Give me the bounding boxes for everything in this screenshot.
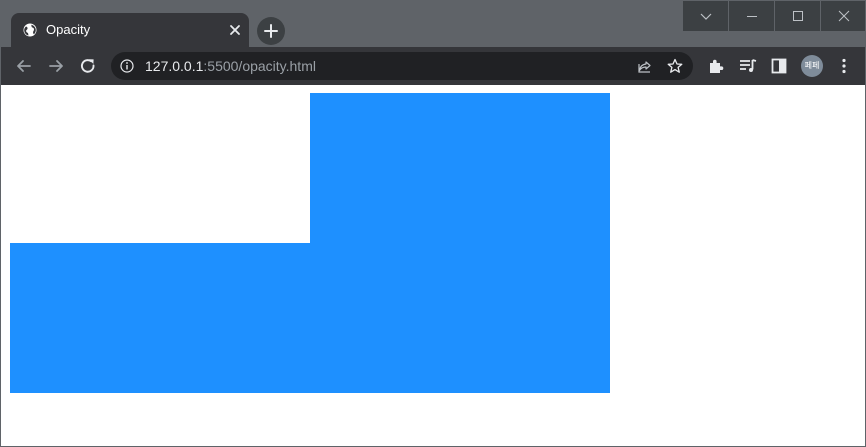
tab-strip: Opacity [1,1,865,47]
maximize-button[interactable] [774,1,820,31]
page-viewport [1,85,865,446]
share-icon[interactable] [637,58,653,74]
tab-opacity[interactable]: Opacity [11,13,249,47]
maximize-icon [793,11,803,21]
side-panel-icon[interactable] [769,56,789,76]
close-icon[interactable] [229,24,241,36]
reload-icon[interactable] [78,56,98,76]
browser-window: Opacity 127.0.0.1:5500/opacity.html 페페 [0,0,866,447]
kebab-menu-icon[interactable] [834,56,854,76]
plus-icon [264,24,278,38]
address-bar[interactable]: 127.0.0.1:5500/opacity.html [111,52,693,80]
url-host: 127.0.0.1 [145,58,204,74]
close-window-button[interactable] [820,1,865,31]
puzzle-icon[interactable] [706,56,726,76]
tab-title: Opacity [46,22,91,37]
window-controls [682,1,865,31]
browser-toolbar: 127.0.0.1:5500/opacity.html 페페 [1,47,865,85]
blue-box-2 [310,93,610,393]
profile-avatar[interactable]: 페페 [801,55,823,77]
media-queue-icon[interactable] [738,56,758,76]
chevron-down-icon [700,13,712,20]
info-icon[interactable] [120,59,134,73]
tab-search-button[interactable] [682,1,728,31]
arrow-right-icon[interactable] [46,56,66,76]
star-icon[interactable] [667,58,683,74]
url-text: 127.0.0.1:5500/opacity.html [145,58,316,74]
new-tab-button[interactable] [257,17,285,45]
minimize-icon [747,16,757,17]
url-path: :5500/opacity.html [203,58,316,74]
blue-box-1 [10,243,310,393]
arrow-left-icon[interactable] [14,56,34,76]
close-icon [838,10,850,22]
minimize-button[interactable] [728,1,774,31]
globe-icon [23,23,37,37]
